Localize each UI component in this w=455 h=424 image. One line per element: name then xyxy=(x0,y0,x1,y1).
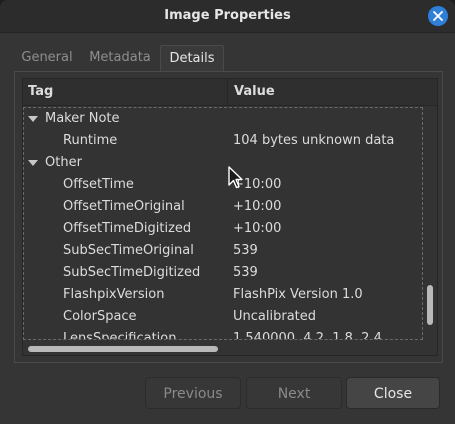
table-header: Tag Value xyxy=(23,79,437,106)
table-rows: Maker Note Runtime 104 bytes unknown dat… xyxy=(23,107,423,340)
details-table: Tag Value Maker Note Runtime 104 bytes u… xyxy=(22,78,438,356)
mouse-pointer-icon xyxy=(228,166,243,189)
value-cell: 1,540000, 4,2, 1,8, 2,4 xyxy=(233,331,382,340)
vertical-scrollbar[interactable] xyxy=(426,107,435,347)
column-divider[interactable] xyxy=(227,79,228,105)
table-row-group[interactable]: Maker Note xyxy=(24,108,422,130)
table-row[interactable]: OffsetTimeOriginal +10:00 xyxy=(24,196,422,218)
tag-cell: FlashpixVersion xyxy=(63,287,165,302)
table-row[interactable]: OffsetTimeDigitized +10:00 xyxy=(24,218,422,240)
window-title: Image Properties xyxy=(164,8,291,23)
value-cell: 539 xyxy=(233,265,258,280)
tag-cell: OffsetTimeDigitized xyxy=(63,221,192,236)
tag-cell: ColorSpace xyxy=(63,309,137,324)
tag-cell: SubSecTimeDigitized xyxy=(63,265,201,280)
table-row[interactable]: LensSpecification 1,540000, 4,2, 1,8, 2,… xyxy=(24,328,422,340)
tag-cell: OffsetTimeOriginal xyxy=(63,199,185,214)
previous-button[interactable]: Previous xyxy=(145,377,241,409)
next-button[interactable]: Next xyxy=(246,377,342,409)
horizontal-scroll-thumb[interactable] xyxy=(28,346,218,352)
image-properties-dialog: Image Properties General Metadata Detail… xyxy=(0,0,455,424)
value-cell: 104 bytes unknown data xyxy=(233,133,395,148)
group-label: Maker Note xyxy=(45,111,120,126)
table-row[interactable]: FlashpixVersion FlashPix Version 1.0 xyxy=(24,284,422,306)
horizontal-scrollbar[interactable] xyxy=(25,345,425,353)
tag-cell: OffsetTime xyxy=(63,177,134,192)
expanded-arrow-icon[interactable] xyxy=(28,116,38,122)
close-icon xyxy=(433,11,443,21)
tab-details[interactable]: Details xyxy=(160,45,224,72)
value-cell: +10:00 xyxy=(233,199,282,214)
tag-cell: LensSpecification xyxy=(63,331,177,340)
table-row[interactable]: ColorSpace Uncalibrated xyxy=(24,306,422,328)
value-cell: Uncalibrated xyxy=(233,309,317,324)
column-header-tag[interactable]: Tag xyxy=(28,79,53,105)
table-row[interactable]: SubSecTimeDigitized 539 xyxy=(24,262,422,284)
value-cell: +10:00 xyxy=(233,221,282,236)
group-label: Other xyxy=(45,155,82,170)
tab-general[interactable]: General xyxy=(14,45,80,71)
value-cell: 539 xyxy=(233,243,258,258)
table-row[interactable]: OffsetTime +10:00 xyxy=(24,174,422,196)
details-panel: Tag Value Maker Note Runtime 104 bytes u… xyxy=(14,71,443,363)
expanded-arrow-icon[interactable] xyxy=(28,160,38,166)
vertical-scroll-thumb[interactable] xyxy=(427,285,433,325)
window-close-button[interactable] xyxy=(428,6,448,26)
table-row[interactable]: Runtime 104 bytes unknown data xyxy=(24,130,422,152)
table-row[interactable]: SubSecTimeOriginal 539 xyxy=(24,240,422,262)
tag-cell: SubSecTimeOriginal xyxy=(63,243,194,258)
tag-cell: Runtime xyxy=(63,133,118,148)
value-cell: FlashPix Version 1.0 xyxy=(233,287,363,302)
close-button[interactable]: Close xyxy=(346,377,440,409)
title-bar: Image Properties xyxy=(0,0,455,33)
tab-metadata[interactable]: Metadata xyxy=(82,45,158,71)
table-row-group[interactable]: Other xyxy=(24,152,422,174)
column-header-value[interactable]: Value xyxy=(234,79,275,105)
